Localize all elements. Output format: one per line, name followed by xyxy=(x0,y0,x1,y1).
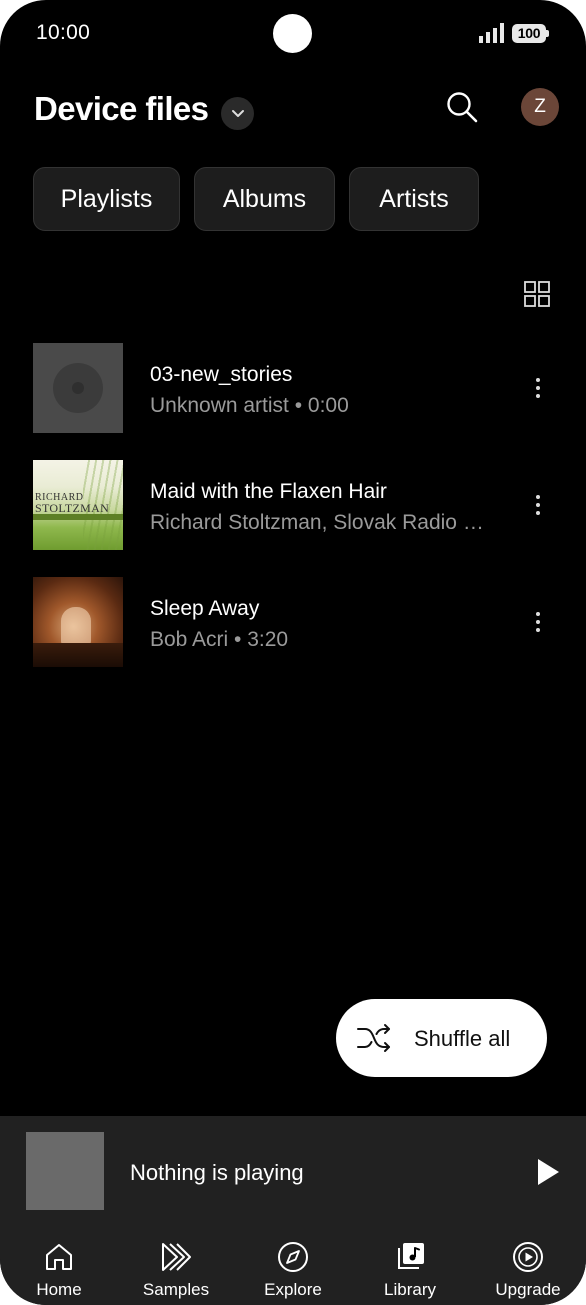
shuffle-all-button[interactable]: Shuffle all xyxy=(336,999,547,1077)
status-time: 10:00 xyxy=(36,21,91,44)
track-thumbnail xyxy=(33,343,123,433)
mini-player[interactable]: Nothing is playing xyxy=(0,1116,586,1230)
chip-albums[interactable]: Albums xyxy=(194,167,335,231)
library-icon xyxy=(398,1243,424,1269)
now-playing-thumbnail xyxy=(26,1132,104,1210)
shuffle-all-label: Shuffle all xyxy=(414,1026,511,1051)
app-screen: 10:00 100 Device files Z Playlists Album… xyxy=(0,0,586,1305)
nav-label: Upgrade xyxy=(495,1280,561,1299)
nav-label: Home xyxy=(36,1280,82,1299)
track-title: Maid with the Flaxen Hair xyxy=(150,480,387,503)
track-subtitle: Richard Stoltzman, Slovak Radio Symphony… xyxy=(150,511,495,534)
avatar[interactable]: Z xyxy=(521,88,559,126)
nav-label: Samples xyxy=(142,1280,210,1299)
play-icon[interactable] xyxy=(536,1158,560,1186)
nav-samples[interactable]: Samples xyxy=(121,1230,231,1305)
track-subtitle: Bob Acri • 3:20 xyxy=(150,628,289,651)
nav-upgrade[interactable]: Upgrade xyxy=(473,1230,583,1305)
chip-artists[interactable]: Artists xyxy=(349,167,479,231)
battery-icon: 100 xyxy=(512,24,549,43)
track-row[interactable]: Sleep Away Bob Acri • 3:20 xyxy=(0,577,586,667)
more-options-icon[interactable] xyxy=(526,607,550,637)
nav-explore[interactable]: Explore xyxy=(238,1230,348,1305)
nav-label: Explore xyxy=(264,1280,322,1299)
track-thumbnail: RICHARD STOLTZMAN xyxy=(33,460,123,550)
disc-icon xyxy=(53,363,103,413)
track-row[interactable]: 03-new_stories Unknown artist • 0:00 xyxy=(0,343,586,433)
track-thumbnail xyxy=(33,577,123,667)
bottom-navigation: Home Samples Explore Library Upgrade xyxy=(0,1230,586,1305)
more-options-icon[interactable] xyxy=(526,490,550,520)
grid-view-icon[interactable] xyxy=(524,281,550,307)
track-subtitle: Unknown artist • 0:00 xyxy=(150,394,349,417)
shuffle-icon xyxy=(357,1024,390,1052)
nav-library[interactable]: Library xyxy=(355,1230,465,1305)
chevron-down-icon xyxy=(231,109,244,117)
source-dropdown-button[interactable] xyxy=(221,97,254,130)
track-title: Sleep Away xyxy=(150,597,260,620)
page-title: Device files xyxy=(34,90,209,127)
track-title: 03-new_stories xyxy=(150,363,293,386)
nav-label: Library xyxy=(384,1280,436,1299)
chip-playlists[interactable]: Playlists xyxy=(33,167,180,231)
samples-icon xyxy=(162,1243,191,1271)
compass-icon xyxy=(278,1242,308,1272)
more-options-icon[interactable] xyxy=(526,373,550,403)
nav-home[interactable]: Home xyxy=(4,1230,114,1305)
upgrade-icon xyxy=(513,1242,543,1272)
signal-icon xyxy=(479,23,504,43)
battery-level: 100 xyxy=(512,24,546,43)
search-icon[interactable] xyxy=(444,89,480,125)
track-row[interactable]: RICHARD STOLTZMAN Maid with the Flaxen H… xyxy=(0,460,586,550)
home-icon xyxy=(46,1244,72,1270)
now-playing-label: Nothing is playing xyxy=(130,1160,304,1185)
camera-cutout xyxy=(273,14,312,53)
